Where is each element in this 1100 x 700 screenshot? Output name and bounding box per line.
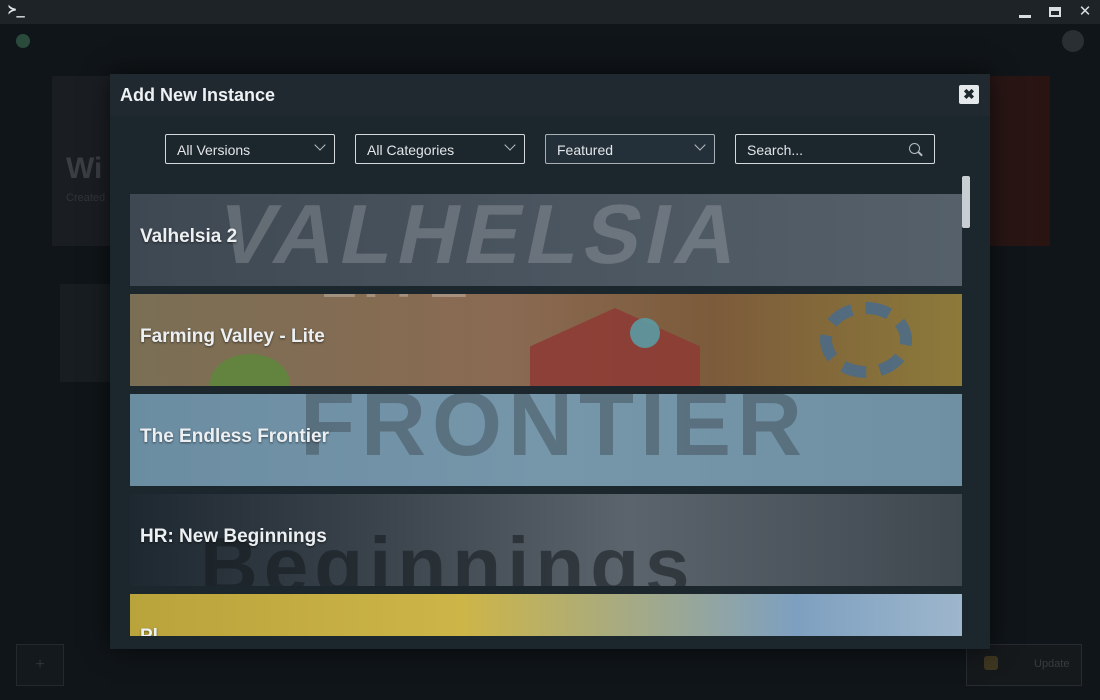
versions-dropdown[interactable]: All Versions — [165, 134, 335, 164]
instance-card-art: VALHELSIA — [210, 194, 754, 281]
instance-list: VALHELSIA Valhelsia 2 LITE Farming Valle… — [130, 194, 962, 636]
instance-title: HR: New Beginnings — [140, 526, 327, 547]
maximize-button[interactable] — [1046, 3, 1064, 21]
minimize-button[interactable] — [1016, 3, 1034, 21]
sort-dropdown[interactable]: Featured — [545, 134, 715, 164]
banner-title: Wi — [66, 152, 103, 185]
instance-card-art — [530, 308, 700, 386]
close-icon: ✕ — [1078, 3, 1092, 20]
banner-subtitle: Created — [66, 192, 106, 204]
dialog-title: Add New Instance — [120, 85, 276, 105]
chevron-down-icon — [504, 139, 516, 151]
instance-title: The Endless Frontier — [140, 426, 329, 447]
terminal-icon: ≻_ — [8, 2, 25, 18]
instance-card-art: FRONTIER — [300, 394, 808, 475]
maximize-icon — [1049, 7, 1061, 17]
avatar — [1062, 30, 1084, 52]
chevron-down-icon — [694, 139, 706, 151]
scrollbar-thumb[interactable] — [962, 176, 970, 228]
update-label: Update — [1034, 658, 1070, 670]
instance-card[interactable]: FRONTIER The Endless Frontier — [130, 394, 962, 486]
categories-dropdown[interactable]: All Categories — [355, 134, 525, 164]
search-placeholder: Search... — [747, 142, 804, 158]
instance-card[interactable]: LITE Farming Valley - Lite — [130, 294, 962, 386]
sort-dropdown-value: Featured — [557, 142, 614, 158]
dialog-close-button[interactable]: ✖ — [959, 85, 979, 104]
instance-title: Farming Valley - Lite — [140, 326, 325, 347]
title-bar: ≻_ ✕ — [0, 0, 1100, 24]
versions-dropdown-value: All Versions — [177, 142, 251, 158]
dialog-header: Add New Instance ✖ — [110, 74, 990, 116]
close-icon: ✖ — [963, 86, 975, 102]
search-input[interactable]: Search... — [735, 134, 935, 164]
window-close-button[interactable]: ✕ — [1076, 3, 1094, 21]
categories-dropdown-value: All Categories — [367, 142, 455, 158]
instance-card[interactable]: VALHELSIA Valhelsia 2 — [130, 194, 962, 286]
status-dot-icon — [16, 34, 30, 48]
chevron-down-icon — [314, 139, 326, 151]
search-icon — [909, 143, 920, 154]
add-instance-dialog: Add New Instance ✖ All Versions All Cate… — [110, 74, 990, 649]
minimize-icon — [1019, 14, 1031, 18]
instance-card-art — [210, 354, 290, 386]
add-instance-button: + — [16, 644, 64, 686]
update-icon — [984, 656, 998, 670]
instance-card-art — [630, 318, 660, 348]
instance-card[interactable]: Beginnings HR: New Beginnings — [130, 494, 962, 586]
instance-title: Valhelsia 2 — [140, 226, 238, 247]
list-scrollbar[interactable] — [962, 174, 970, 636]
instance-card[interactable]: Pl — [130, 594, 962, 636]
instance-title: Pl — [140, 626, 158, 636]
instance-card-art: LITE — [320, 294, 474, 311]
gear-icon — [820, 302, 912, 378]
